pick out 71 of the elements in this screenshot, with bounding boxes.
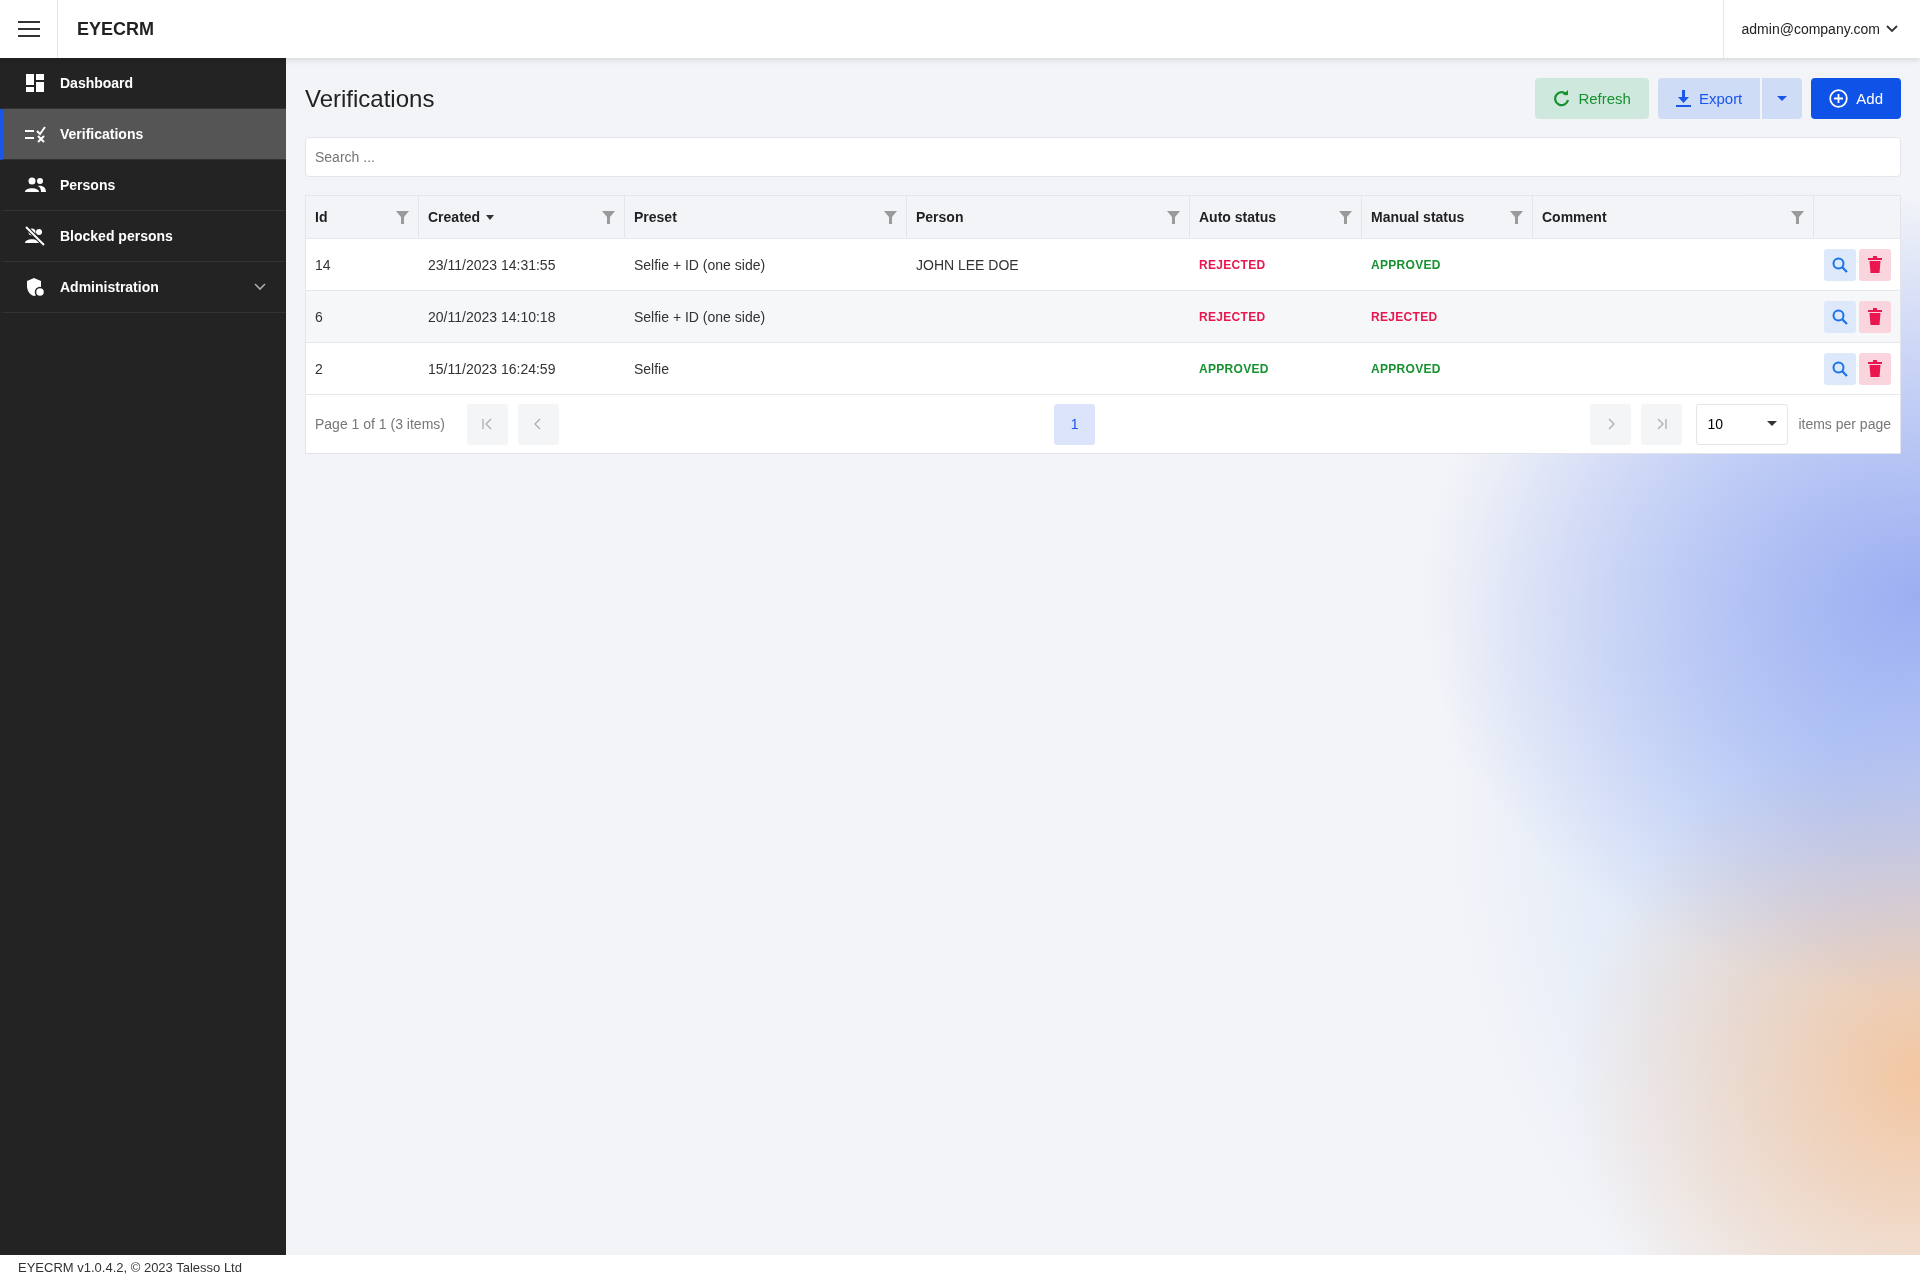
app-name: EYECRM <box>77 18 154 40</box>
status-text: APPROVED <box>1199 361 1269 376</box>
search-button[interactable] <box>1824 352 1856 385</box>
plus-circle-icon <box>1829 89 1849 108</box>
menu-icon[interactable] <box>17 21 40 37</box>
filter-icon[interactable] <box>884 210 897 224</box>
chevron-icon <box>1886 25 1898 33</box>
people-icon <box>24 177 46 193</box>
add-button[interactable]: Add <box>1811 78 1901 119</box>
table-cell: JOHN LEE DOE <box>916 256 1019 273</box>
filter-icon[interactable] <box>1791 210 1804 224</box>
status-text: APPROVED <box>1371 361 1441 376</box>
search-icon <box>1832 256 1848 273</box>
delete-button[interactable] <box>1859 248 1891 281</box>
status-text: REJECTED <box>1371 309 1438 324</box>
sort-caret-icon <box>486 214 495 220</box>
download-icon <box>1675 90 1691 107</box>
column-header[interactable]: Preset <box>634 209 677 225</box>
sidebar-item[interactable]: Verifications <box>0 109 286 160</box>
checklist-icon <box>24 125 46 143</box>
search-icon <box>1832 308 1848 325</box>
status-text: REJECTED <box>1199 257 1266 272</box>
search-icon <box>1832 360 1848 377</box>
table-cell: 15/11/2023 16:24:59 <box>428 360 556 377</box>
table-cell: Selfie + ID (one side) <box>634 256 766 273</box>
sidebar-item[interactable]: Blocked persons <box>0 211 286 262</box>
page-size-label: items per page <box>1798 416 1891 432</box>
sidebar-item[interactable]: Administration <box>0 262 286 313</box>
caret-icon <box>1767 421 1778 427</box>
trash-icon <box>1868 256 1882 273</box>
refresh-icon <box>1553 90 1571 107</box>
filter-icon[interactable] <box>396 210 409 224</box>
column-header[interactable]: Person <box>916 209 964 225</box>
filter-icon[interactable] <box>1167 210 1180 224</box>
search-button[interactable] <box>1824 248 1856 281</box>
page-number-button[interactable]: 1 <box>1054 403 1096 445</box>
table-cell: 6 <box>315 308 323 325</box>
first-page-icon <box>481 418 494 430</box>
column-header[interactable]: Manual status <box>1371 209 1465 225</box>
filter-icon[interactable] <box>602 210 615 224</box>
status-text: REJECTED <box>1199 309 1266 324</box>
shield-icon <box>24 277 46 297</box>
page-title: Verifications <box>305 84 435 113</box>
page-summary: Page 1 of 1 (3 items) <box>315 416 445 432</box>
trash-icon <box>1868 308 1882 325</box>
caret-icon <box>1777 95 1788 102</box>
user-menu[interactable]: admin@company.com <box>1723 21 1920 37</box>
last-page-icon <box>1655 418 1668 430</box>
table-cell: 23/11/2023 14:31:55 <box>428 256 556 273</box>
page-size-dropdown[interactable]: 10 <box>1696 403 1789 445</box>
trash-icon <box>1868 360 1882 377</box>
search-field[interactable]: Search ... <box>305 137 1901 177</box>
table-cell: Selfie <box>634 360 670 377</box>
column-header[interactable]: Created <box>428 209 495 225</box>
table-cell: 14 <box>315 256 331 273</box>
column-header[interactable]: Id <box>315 209 328 225</box>
footer-text: EYECRM v1.0.4.2, © 2023 Talesso Ltd <box>18 1259 242 1275</box>
table-cell: 2 <box>315 360 323 377</box>
filter-icon[interactable] <box>1510 210 1523 224</box>
column-header[interactable]: Comment <box>1542 209 1607 225</box>
people-crossed-icon <box>24 226 46 246</box>
column-header[interactable]: Auto status <box>1199 209 1276 225</box>
status-text: APPROVED <box>1371 257 1441 272</box>
table-cell: 20/11/2023 14:10:18 <box>428 308 556 325</box>
delete-button[interactable] <box>1859 300 1891 333</box>
delete-button[interactable] <box>1859 352 1891 385</box>
search-button[interactable] <box>1824 300 1856 333</box>
dashboard-icon <box>24 73 46 93</box>
filter-icon[interactable] <box>1339 210 1352 224</box>
export-button[interactable]: Export <box>1657 78 1761 119</box>
table-cell: Selfie + ID (one side) <box>634 308 766 325</box>
